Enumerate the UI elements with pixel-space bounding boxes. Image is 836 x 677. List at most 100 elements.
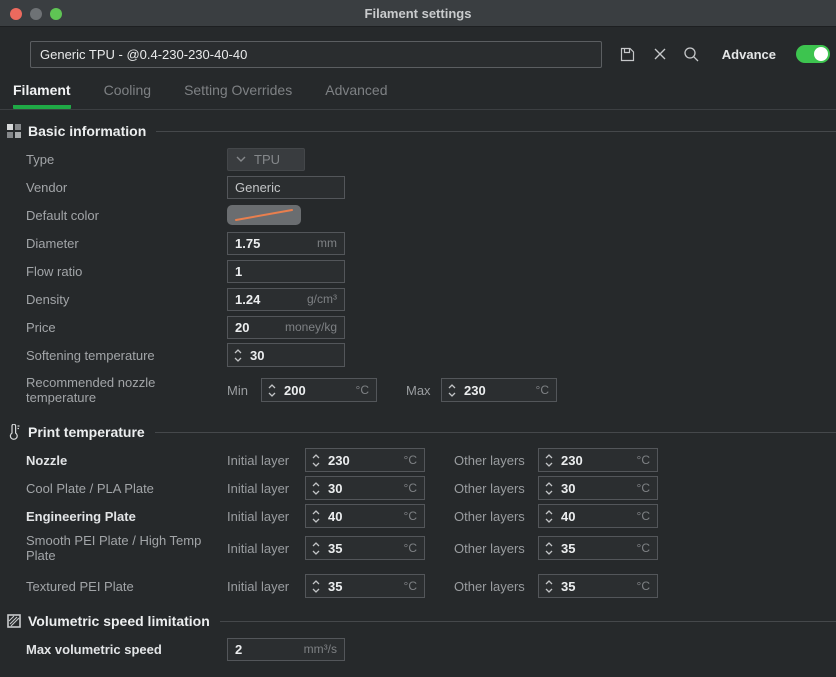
- field-label: Density: [26, 289, 227, 310]
- density-input[interactable]: [235, 292, 303, 307]
- max-label: Max: [406, 383, 434, 398]
- spinner-arrows[interactable]: [233, 348, 243, 363]
- max-temp-spinbox: °C: [441, 378, 557, 402]
- thermometer-icon: [6, 425, 21, 440]
- other-layers-label: Other layers: [454, 541, 530, 556]
- spinner-arrows[interactable]: [311, 509, 321, 524]
- other-layers-label: Other layers: [454, 509, 530, 524]
- spinner-arrows[interactable]: [544, 579, 554, 594]
- traffic-lights: [10, 0, 62, 27]
- section-divider: [155, 432, 836, 433]
- diameter-input[interactable]: [235, 236, 313, 251]
- initial-layer-label: Initial layer: [227, 509, 296, 524]
- min-temp-input[interactable]: [284, 383, 352, 398]
- preset-name-input[interactable]: [30, 41, 602, 68]
- tab-setting-overrides[interactable]: Setting Overrides: [184, 82, 292, 109]
- field-label: Nozzle: [26, 450, 227, 471]
- tab-filament[interactable]: Filament: [13, 82, 71, 109]
- advance-label: Advance: [722, 47, 776, 62]
- field-row-flow-ratio: Flow ratio: [0, 257, 836, 285]
- spinner-arrows[interactable]: [544, 453, 554, 468]
- unit-label: °C: [637, 481, 650, 495]
- max-temp-input[interactable]: [464, 383, 532, 398]
- delete-preset-icon[interactable]: [650, 44, 670, 64]
- other-layers-input[interactable]: [561, 481, 633, 496]
- initial-layer-input[interactable]: [328, 509, 400, 524]
- price-input[interactable]: [235, 320, 281, 335]
- spinner-arrows[interactable]: [311, 541, 321, 556]
- unit-label: °C: [637, 541, 650, 555]
- grid-icon: [6, 124, 21, 139]
- tabs-divider: [0, 109, 836, 110]
- initial-layer-label: Initial layer: [227, 481, 296, 496]
- initial-layer-input[interactable]: [328, 579, 400, 594]
- other-layers-input[interactable]: [561, 453, 633, 468]
- type-dropdown[interactable]: TPU: [227, 148, 305, 171]
- other-layers-label: Other layers: [454, 579, 530, 594]
- initial-layer-input[interactable]: [328, 541, 400, 556]
- vendor-input-box: [227, 176, 345, 199]
- initial-layer-spinbox: °C: [305, 574, 425, 598]
- vendor-input[interactable]: [235, 180, 337, 195]
- section-title: Volumetric speed limitation: [28, 613, 210, 629]
- close-window-button[interactable]: [10, 8, 22, 20]
- hatched-square-icon: [6, 614, 21, 629]
- max-volumetric-speed-input[interactable]: [235, 642, 300, 657]
- unit-label: °C: [404, 453, 417, 467]
- other-layers-input[interactable]: [561, 509, 633, 524]
- softening-input[interactable]: [250, 348, 337, 363]
- initial-layer-spinbox: °C: [305, 448, 425, 472]
- advance-toggle[interactable]: [796, 45, 830, 63]
- density-input-box: g/cm³: [227, 288, 345, 311]
- flow-ratio-input[interactable]: [235, 264, 337, 279]
- spinner-arrows[interactable]: [544, 481, 554, 496]
- tab-advanced[interactable]: Advanced: [325, 82, 387, 109]
- print-row-cool-plate: Cool Plate / PLA Plate Initial layer °C …: [0, 474, 836, 502]
- initial-layer-spinbox: °C: [305, 504, 425, 528]
- save-preset-icon[interactable]: [618, 44, 638, 64]
- flow-ratio-input-box: [227, 260, 345, 283]
- unit-label: mm³/s: [304, 642, 337, 656]
- field-row-density: Density g/cm³: [0, 285, 836, 313]
- initial-layer-label: Initial layer: [227, 453, 296, 468]
- other-layers-input[interactable]: [561, 541, 633, 556]
- unit-label: °C: [404, 579, 417, 593]
- field-row-price: Price money/kg: [0, 313, 836, 341]
- field-row-softening-temperature: Softening temperature: [0, 341, 836, 369]
- field-label: Flow ratio: [26, 261, 227, 282]
- field-label: Default color: [26, 205, 227, 226]
- initial-layer-label: Initial layer: [227, 579, 296, 594]
- other-layers-input[interactable]: [561, 579, 633, 594]
- initial-layer-input[interactable]: [328, 481, 400, 496]
- price-input-box: money/kg: [227, 316, 345, 339]
- spinner-arrows[interactable]: [544, 541, 554, 556]
- tab-cooling[interactable]: Cooling: [104, 82, 151, 109]
- min-temp-spinbox: °C: [261, 378, 377, 402]
- section-volumetric-speed-limitation: Volumetric speed limitation: [6, 611, 836, 631]
- spinner-arrows[interactable]: [267, 383, 277, 398]
- tab-bar: Filament Cooling Setting Overrides Advan…: [0, 68, 836, 109]
- unit-label: °C: [356, 383, 369, 397]
- print-row-smooth-pei-plate: Smooth PEI Plate / High Temp Plate Initi…: [0, 530, 836, 566]
- field-label: Vendor: [26, 177, 227, 198]
- zoom-window-button[interactable]: [50, 8, 62, 20]
- chevron-down-icon: [236, 156, 246, 162]
- unit-label: g/cm³: [307, 292, 337, 306]
- field-row-diameter: Diameter mm: [0, 229, 836, 257]
- default-color-swatch[interactable]: [227, 205, 301, 225]
- minimize-window-button[interactable]: [30, 8, 42, 20]
- spinner-arrows[interactable]: [544, 509, 554, 524]
- field-label: Max volumetric speed: [26, 639, 227, 660]
- section-print-temperature: Print temperature: [6, 422, 836, 442]
- spinner-arrows[interactable]: [311, 481, 321, 496]
- unit-label: °C: [404, 481, 417, 495]
- spinner-arrows[interactable]: [311, 453, 321, 468]
- unit-label: °C: [404, 541, 417, 555]
- initial-layer-input[interactable]: [328, 453, 400, 468]
- spinner-arrows[interactable]: [447, 383, 457, 398]
- unit-label: °C: [637, 509, 650, 523]
- type-dropdown-value: TPU: [254, 152, 280, 167]
- toggle-knob: [814, 47, 828, 61]
- search-icon[interactable]: [682, 44, 702, 64]
- spinner-arrows[interactable]: [311, 579, 321, 594]
